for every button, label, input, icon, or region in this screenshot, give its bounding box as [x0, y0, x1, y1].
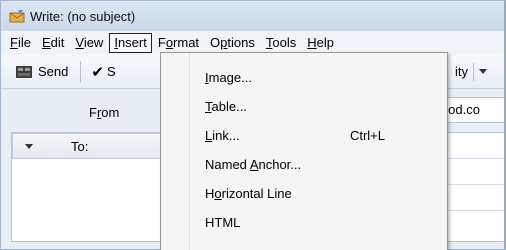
menu-insert[interactable]: Insert	[109, 33, 152, 53]
send-button[interactable]: Send	[11, 59, 74, 85]
send-icon	[15, 64, 33, 80]
chevron-down-icon	[25, 143, 33, 149]
recipient-type-select[interactable]: To:	[12, 133, 162, 159]
to-label: To:	[71, 138, 89, 154]
menu-options[interactable]: Options	[205, 33, 260, 53]
menu-tools[interactable]: Tools	[261, 33, 301, 53]
chevron-down-icon[interactable]	[479, 69, 487, 74]
spell-label: S	[106, 64, 116, 79]
menu-item-image[interactable]: Image...	[205, 66, 435, 90]
menu-format[interactable]: Format	[153, 33, 204, 53]
menu-item-table[interactable]: Table...	[205, 95, 435, 119]
window-title: Write: (no subject)	[30, 8, 136, 24]
insert-menu-dropdown: Image... Table... Link... Ctrl+L Named An…	[160, 52, 448, 250]
security-label: ity	[455, 64, 468, 79]
menu-item-html[interactable]: HTML	[205, 211, 435, 235]
security-button[interactable]: ity	[451, 59, 493, 85]
compose-app-icon	[9, 9, 25, 23]
title-bar: Write: (no subject)	[1, 1, 504, 31]
menu-item-link[interactable]: Link... Ctrl+L	[205, 124, 435, 148]
menu-item-horizontal-line[interactable]: Horizontal Line	[205, 182, 435, 206]
menu-view[interactable]: View	[70, 33, 108, 53]
from-label: From	[89, 105, 120, 120]
menu-help[interactable]: Help	[302, 33, 339, 53]
checkmark-icon: ✔	[91, 63, 104, 81]
send-label: Send	[38, 64, 69, 79]
menu-file[interactable]: File	[5, 33, 36, 53]
toolbar-separator	[473, 62, 474, 81]
spell-button[interactable]: ✔ S	[87, 59, 121, 85]
menu-item-named-anchor[interactable]: Named Anchor...	[205, 153, 435, 177]
toolbar-separator	[80, 60, 82, 83]
link-shortcut: Ctrl+L	[349, 128, 385, 143]
menu-edit[interactable]: Edit	[37, 33, 69, 53]
